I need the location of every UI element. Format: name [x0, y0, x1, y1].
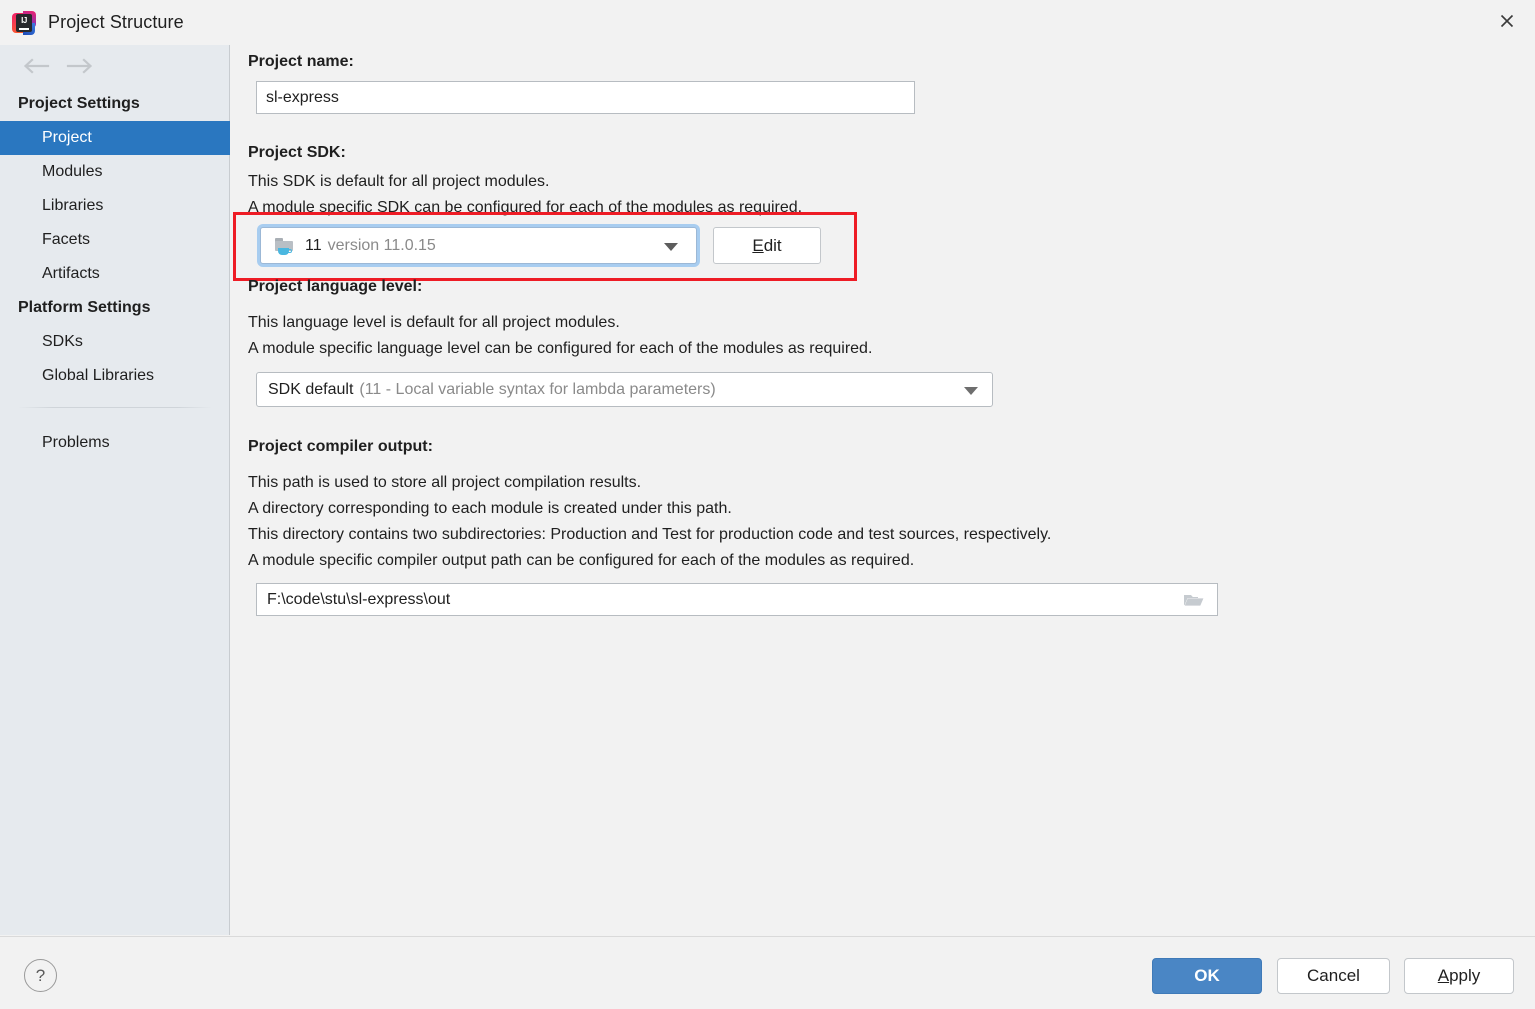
language-level-dropdown[interactable]: SDK default (11 - Local variable syntax … — [256, 372, 993, 407]
language-level-secondary: (11 - Local variable syntax for lambda p… — [359, 380, 716, 398]
intellij-idea-logo-icon: IJ — [12, 10, 36, 35]
cancel-button-label: Cancel — [1307, 966, 1360, 985]
project-sdk-name: 11 — [305, 236, 322, 254]
apply-button-rest: pply — [1449, 966, 1481, 985]
sidebar-item-artifacts[interactable]: Artifacts — [0, 257, 230, 291]
navigation-arrows — [0, 45, 230, 87]
project-sdk-description-line-2: A module specific SDK can be configured … — [248, 199, 803, 216]
language-level-label: Project language level: — [248, 278, 423, 295]
edit-sdk-button[interactable]: Edit — [713, 227, 821, 264]
sidebar-group-platform-settings: Platform Settings — [18, 299, 151, 316]
close-button[interactable] — [1479, 0, 1535, 42]
sidebar-item-problems[interactable]: Problems — [0, 426, 230, 460]
sidebar-group-project-settings: Project Settings — [18, 95, 140, 112]
project-name-input[interactable]: sl-express — [256, 81, 915, 114]
help-button[interactable]: ? — [24, 959, 57, 992]
folder-browse-button[interactable] — [1183, 592, 1205, 608]
sidebar-item-global-libraries[interactable]: Global Libraries — [0, 359, 230, 393]
sidebar-item-sdks[interactable]: SDKs — [0, 325, 230, 359]
compiler-output-path-value: F:\code\stu\sl-express\out — [267, 590, 451, 608]
compiler-output-label: Project compiler output: — [248, 438, 433, 455]
close-icon — [1500, 14, 1514, 28]
arrow-left-icon — [23, 58, 50, 74]
ok-button-label: OK — [1194, 966, 1220, 985]
title-bar: IJ Project Structure — [0, 0, 1535, 45]
compiler-output-description-line-1: This path is used to store all project c… — [248, 474, 642, 491]
project-sdk-version: version 11.0.15 — [327, 236, 436, 254]
folder-browse-icon — [1184, 594, 1204, 606]
edit-button-rest: dit — [763, 235, 782, 255]
sidebar-divider — [18, 407, 212, 408]
chevron-down-icon — [664, 242, 678, 251]
compiler-output-path-input[interactable]: F:\code\stu\sl-express\out — [256, 583, 1218, 616]
settings-sidebar: Project Settings Project Modules Librari… — [0, 45, 230, 935]
sidebar-item-modules[interactable]: Modules — [0, 155, 230, 189]
project-sdk-description-line-1: This SDK is default for all project modu… — [248, 173, 550, 190]
project-settings-panel: Project name: sl-express Project SDK: Th… — [231, 45, 1535, 935]
language-level-primary: SDK default — [268, 380, 354, 398]
cancel-button[interactable]: Cancel — [1277, 958, 1390, 994]
sidebar-item-project[interactable]: Project — [0, 121, 230, 155]
chevron-down-icon — [964, 386, 978, 395]
project-sdk-label: Project SDK: — [248, 144, 346, 161]
sidebar-item-libraries[interactable]: Libraries — [0, 189, 230, 223]
logo-text: IJ — [21, 16, 27, 25]
forward-button[interactable] — [58, 51, 102, 81]
help-icon: ? — [35, 965, 46, 985]
edit-button-accelerator: E — [752, 235, 764, 255]
sidebar-item-facets[interactable]: Facets — [0, 223, 230, 257]
window-title: Project Structure — [48, 12, 184, 32]
apply-button-accelerator: A — [1437, 966, 1450, 985]
compiler-output-description-line-4: A module specific compiler output path c… — [248, 552, 915, 569]
project-name-label: Project name: — [248, 53, 354, 70]
apply-button[interactable]: Apply — [1404, 958, 1514, 994]
language-level-description-line-1: This language level is default for all p… — [248, 314, 620, 331]
project-sdk-dropdown[interactable]: 11 version 11.0.15 — [260, 227, 697, 264]
java-sdk-folder-icon — [275, 237, 295, 255]
arrow-right-icon — [66, 58, 93, 74]
compiler-output-description-line-2: A directory corresponding to each module… — [248, 500, 732, 517]
back-button[interactable] — [14, 51, 58, 81]
ok-button[interactable]: OK — [1152, 958, 1262, 994]
language-level-description-line-2: A module specific language level can be … — [248, 340, 873, 357]
compiler-output-description-line-3: This directory contains two subdirectori… — [248, 526, 1052, 543]
project-structure-dialog: IJ Project Structure Project Settings Pr… — [0, 0, 1535, 1009]
